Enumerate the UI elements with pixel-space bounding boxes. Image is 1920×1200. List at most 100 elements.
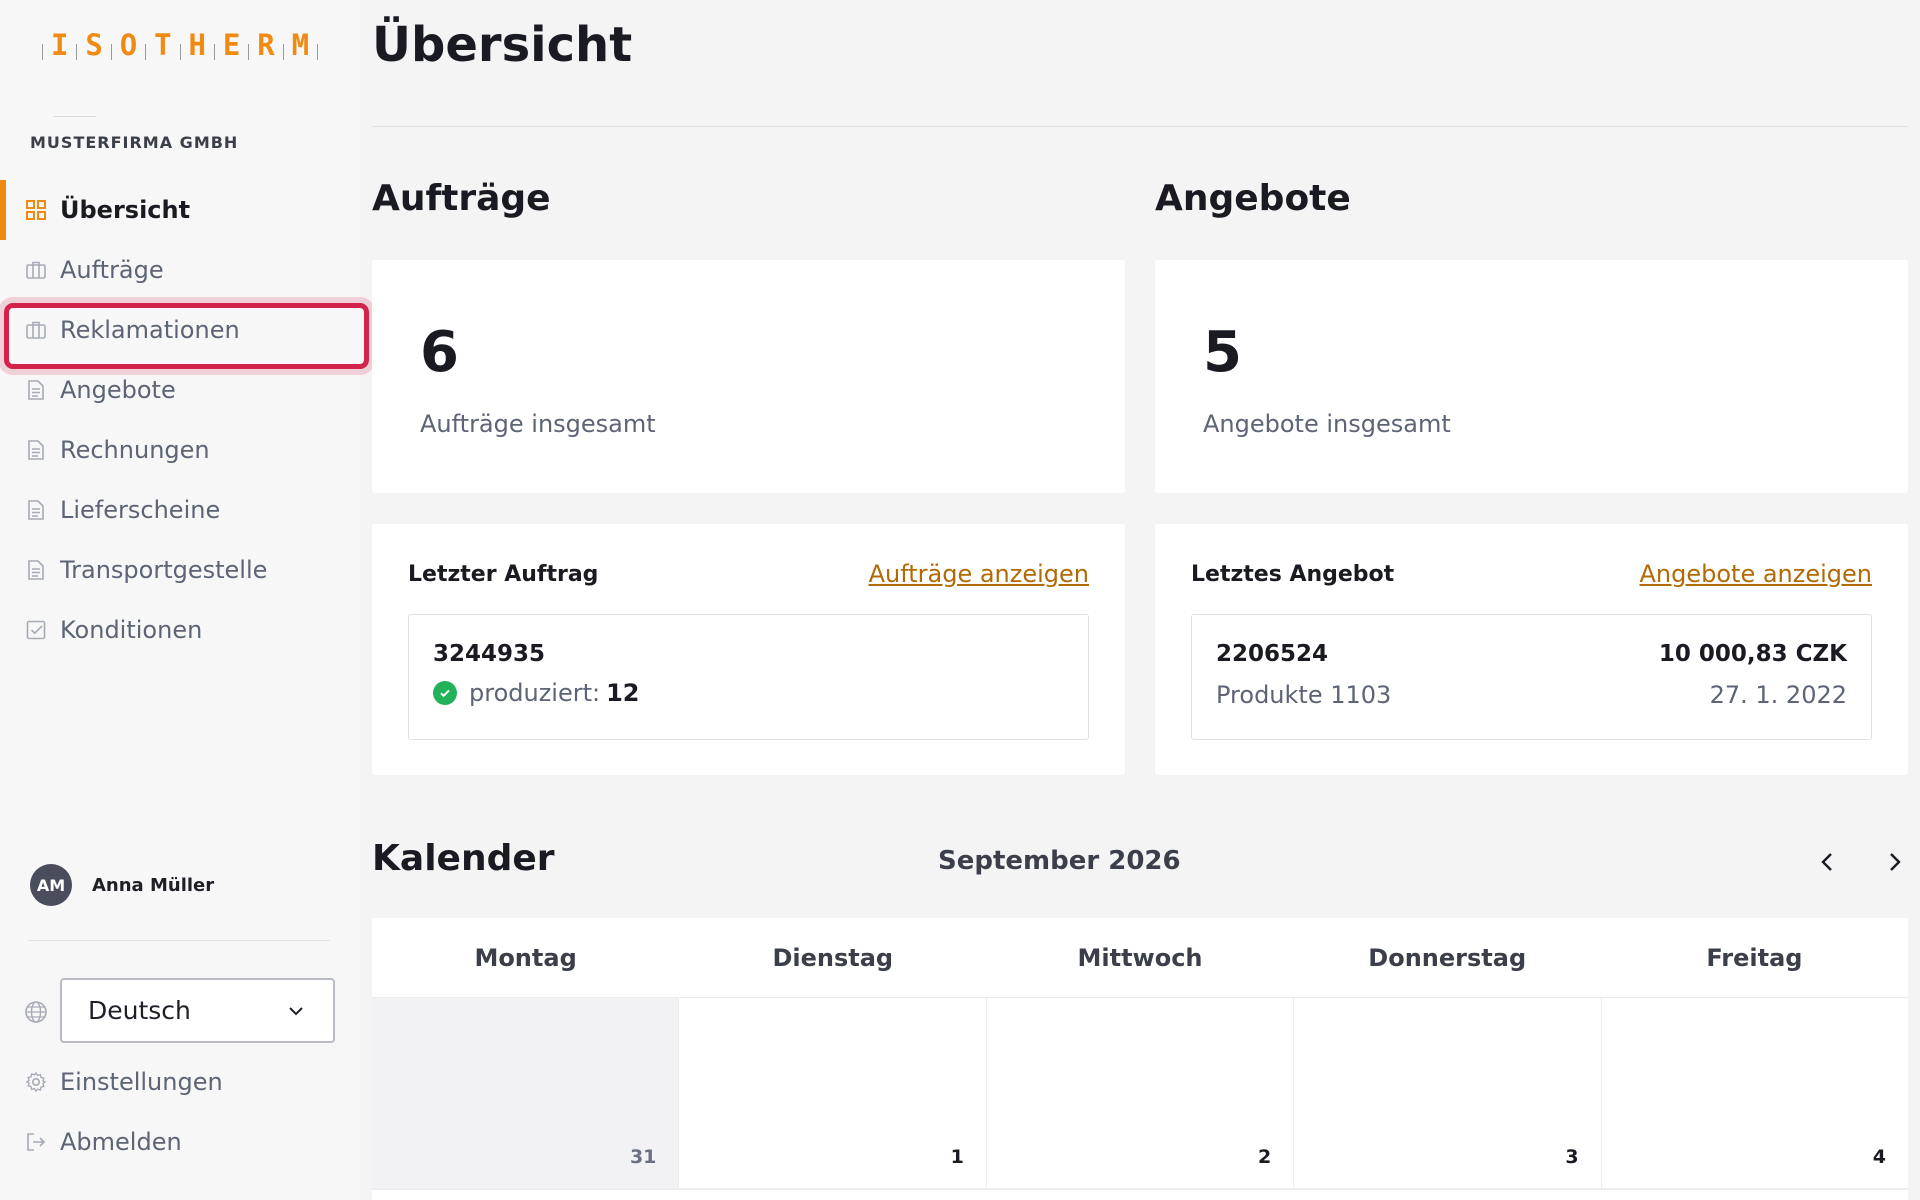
logo-letter: H — [188, 28, 206, 62]
calendar-week: 31 1 2 3 4 — [372, 998, 1908, 1190]
avatar: AM — [30, 864, 72, 906]
document-icon — [28, 440, 44, 460]
weekday-wednesday: Mittwoch — [1077, 943, 1203, 972]
sidebar-item-label: Reklamationen — [60, 316, 240, 344]
sidebar-item-transportgestelle[interactable]: Transportgestelle — [0, 540, 360, 600]
title-divider — [372, 126, 1908, 127]
sidebar-nav: Übersicht Aufträge Reklamationen Angebot… — [0, 180, 369, 660]
show-offers-link[interactable]: Angebote anzeigen — [1639, 560, 1872, 588]
offers-count: 5 — [1203, 320, 1242, 385]
language-select-value: Deutsch — [88, 996, 191, 1025]
sidebar-item-uebersicht[interactable]: Übersicht — [0, 180, 360, 240]
weekday-tuesday: Dienstag — [772, 943, 894, 972]
document-icon — [28, 500, 44, 520]
briefcase-icon — [26, 261, 46, 279]
logout-icon — [27, 1133, 46, 1151]
calendar-day-number: 31 — [629, 1146, 657, 1168]
offer-products: Produkte 1103 — [1216, 681, 1392, 709]
sidebar-item-konditionen[interactable]: Konditionen — [0, 600, 360, 660]
sidebar-item-label: Übersicht — [60, 196, 191, 224]
briefcase-icon — [26, 321, 46, 339]
sidebar-item-rechnungen[interactable]: Rechnungen — [0, 420, 360, 480]
last-order-item[interactable]: 3244935 produziert: 12 — [408, 614, 1089, 740]
offer-date: 27. 1. 2022 — [1709, 681, 1847, 709]
logo-tick — [145, 44, 147, 60]
globe-icon — [25, 1001, 47, 1023]
chevron-left-icon[interactable] — [1814, 848, 1842, 876]
sidebar-item-label: Konditionen — [60, 616, 203, 644]
logo-letter: R — [257, 28, 275, 62]
logo-divider — [54, 116, 96, 117]
orders-count-card: 6 Aufträge insgesamt — [372, 260, 1125, 493]
sidebar-item-reklamationen[interactable]: Reklamationen — [0, 300, 369, 369]
order-status-value: 12 — [606, 679, 640, 707]
page-title: Übersicht — [372, 17, 633, 73]
last-offer-heading: Letztes Angebot — [1191, 562, 1395, 587]
logo-tick — [42, 44, 43, 60]
offers-section-title: Angebote — [1155, 178, 1351, 219]
grid-icon — [26, 200, 46, 220]
gear-icon — [25, 1071, 47, 1093]
logo-tick — [248, 44, 250, 60]
show-orders-link[interactable]: Aufträge anzeigen — [869, 560, 1089, 588]
logo-tick — [179, 44, 181, 60]
logo-letter: O — [119, 28, 138, 62]
order-status: produziert: 12 — [433, 679, 640, 707]
orders-count: 6 — [420, 320, 459, 385]
calendar-grid: Montag Dienstag Mittwoch Donnerstag Frei… — [372, 918, 1908, 1200]
calendar-day-number: 1 — [950, 1146, 964, 1168]
last-order-card: Letzter Auftrag Aufträge anzeigen 324493… — [372, 524, 1125, 775]
calendar-title: Kalender — [372, 838, 555, 879]
calendar-day[interactable]: 1 — [678, 998, 985, 1188]
sidebar-item-label: Transportgestelle — [60, 556, 268, 584]
order-status-label: produziert: — [469, 679, 601, 707]
logo-letter: T — [154, 28, 172, 62]
last-order-heading: Letzter Auftrag — [408, 562, 599, 587]
document-icon — [28, 380, 44, 400]
user-profile[interactable]: AM Anna Müller — [30, 864, 214, 906]
logo-tick — [213, 44, 215, 60]
weekday-monday: Montag — [474, 943, 577, 972]
logo-letter: S — [85, 28, 103, 62]
calendar-day[interactable]: 2 — [985, 998, 1293, 1188]
logo-letter: M — [291, 28, 310, 62]
chevron-down-icon — [289, 1006, 303, 1015]
isotherm-logo[interactable]: I S O T H E R M — [42, 22, 318, 64]
calendar-day-number: 4 — [1872, 1146, 1887, 1168]
calendar-day-number: 3 — [1565, 1146, 1579, 1168]
document-icon — [28, 560, 44, 580]
sidebar-divider — [28, 940, 330, 941]
sidebar: I S O T H E R M MUSTERFIRMA GMBH Übersic… — [0, 0, 369, 1200]
sidebar-item-angebote[interactable]: Angebote — [0, 360, 360, 420]
chevron-right-icon[interactable] — [1880, 848, 1908, 876]
sidebar-item-auftraege[interactable]: Aufträge — [0, 240, 360, 300]
calendar-day[interactable]: 4 — [1600, 998, 1908, 1188]
sidebar-item-label: Lieferscheine — [60, 496, 221, 524]
offers-count-label: Angebote insgesamt — [1203, 410, 1451, 438]
checkbox-icon — [26, 620, 46, 640]
language-select[interactable]: Deutsch — [60, 978, 335, 1043]
last-offer-card: Letztes Angebot Angebote anzeigen 220652… — [1155, 524, 1908, 775]
sidebar-item-label: Aufträge — [60, 256, 164, 284]
weekday-thursday: Donnerstag — [1368, 943, 1527, 972]
calendar-day[interactable]: 31 — [372, 998, 679, 1188]
logo-tick — [282, 44, 284, 60]
logo-letter: I — [50, 28, 69, 62]
main-content: Übersicht Aufträge Angebote 6 Aufträge i… — [372, 0, 1908, 1200]
offer-number: 2206524 — [1216, 641, 1329, 667]
settings-link[interactable]: Einstellungen — [25, 1068, 223, 1096]
calendar-day[interactable]: 3 — [1293, 998, 1600, 1188]
weekday-friday: Freitag — [1706, 943, 1803, 972]
logo-tick — [317, 44, 318, 60]
sidebar-item-label: Rechnungen — [60, 436, 210, 464]
logo-tick — [76, 44, 78, 60]
last-offer-item[interactable]: 2206524 Produkte 1103 10 000,83 CZK 27. … — [1191, 614, 1872, 740]
offers-count-card: 5 Angebote insgesamt — [1155, 260, 1908, 493]
calendar-weekdays: Montag Dienstag Mittwoch Donnerstag Frei… — [372, 918, 1908, 998]
order-number: 3244935 — [433, 641, 546, 667]
sidebar-item-label: Angebote — [60, 376, 176, 404]
sidebar-item-lieferscheine[interactable]: Lieferscheine — [0, 480, 360, 540]
logout-link[interactable]: Abmelden — [25, 1128, 182, 1156]
logo-letter: E — [222, 28, 241, 62]
calendar-day-number: 2 — [1257, 1146, 1272, 1168]
